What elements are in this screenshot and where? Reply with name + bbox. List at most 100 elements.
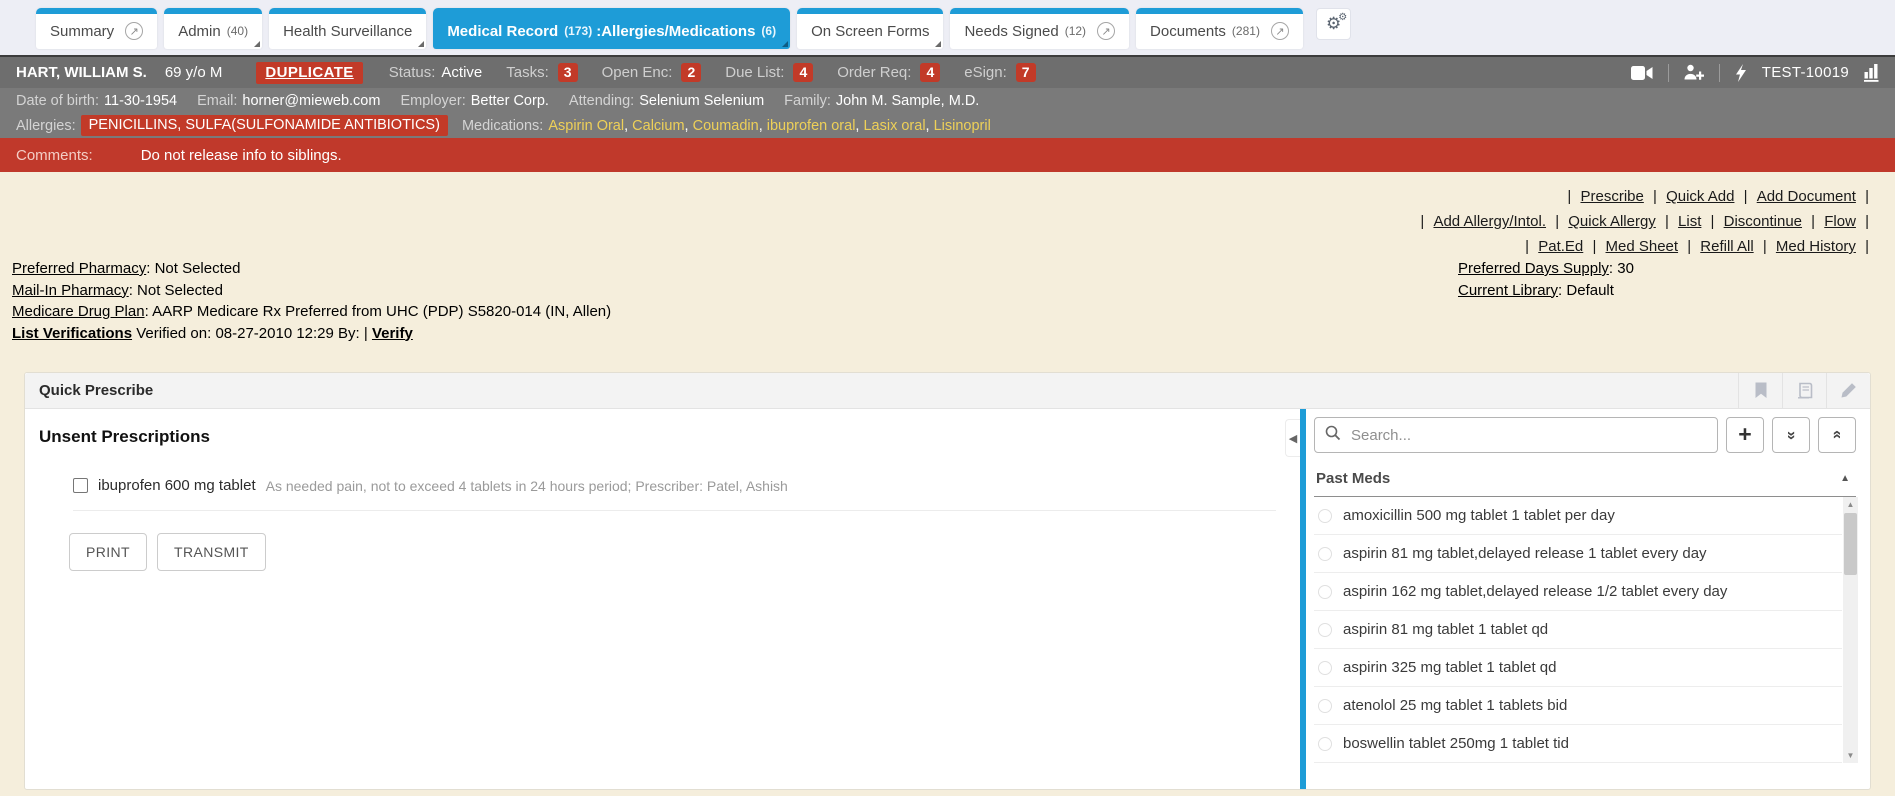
scrollbar[interactable]: ▲ ▼ (1843, 497, 1858, 763)
link-flow[interactable]: Flow (1824, 213, 1856, 230)
link-med-history[interactable]: Med History (1776, 238, 1856, 255)
medication-link[interactable]: Lisinopril (934, 118, 991, 134)
patient-bar-right: TEST-10019 (1631, 63, 1879, 82)
external-link-icon[interactable]: ↗ (1097, 22, 1115, 40)
link-list[interactable]: List (1678, 213, 1701, 230)
counter-due-list: Due List:4 (725, 63, 813, 82)
counter-badge[interactable]: 3 (558, 63, 578, 82)
prescription-checkbox[interactable] (73, 478, 88, 493)
settings-gear-button[interactable]: ⚙⚙ (1316, 8, 1351, 40)
allergy-badge[interactable]: PENICILLINS, SULFA(SULFONAMIDE ANTIBIOTI… (81, 115, 448, 136)
radio-button[interactable] (1318, 699, 1332, 713)
prescription-name: ibuprofen 600 mg tablet (98, 477, 256, 494)
collapse-panel-arrow[interactable]: ◀ (1285, 419, 1300, 457)
patient-id: TEST-10019 (1762, 64, 1849, 81)
radio-button[interactable] (1318, 509, 1332, 523)
link-discontinue[interactable]: Discontinue (1724, 213, 1802, 230)
medication-link[interactable]: ibuprofen oral (767, 118, 856, 134)
counter-badge[interactable]: 4 (920, 63, 940, 82)
info-line-current-library: Current Library: Default (1458, 280, 1634, 302)
medication-link[interactable]: Lasix oral (863, 118, 925, 134)
tab-summary[interactable]: Summary↗ (36, 8, 157, 49)
link-quick-allergy[interactable]: Quick Allergy (1568, 213, 1656, 230)
link-list-verifications[interactable]: List Verifications (12, 325, 132, 342)
link-add-allergy-intol[interactable]: Add Allergy/Intol. (1433, 213, 1546, 230)
tab-documents[interactable]: Documents(281)↗ (1136, 8, 1303, 49)
medication-link[interactable]: Calcium (632, 118, 684, 134)
tab-medical-record[interactable]: Medical Record(173):Allergies/Medication… (433, 8, 790, 49)
past-med-item[interactable]: aspirin 325 mg tablet 1 tablet qd (1314, 649, 1842, 687)
radio-button[interactable] (1318, 623, 1332, 637)
scroll-down-arrow[interactable]: ▼ (1843, 748, 1858, 763)
external-link-icon[interactable]: ↗ (1271, 22, 1289, 40)
radio-button[interactable] (1318, 661, 1332, 675)
pipe: | (1807, 213, 1819, 230)
past-med-item[interactable]: atenolol 25 mg tablet 1 tablets bid (1314, 687, 1842, 725)
expand-all-button[interactable]: » (1772, 417, 1810, 453)
counter-badge[interactable]: 2 (681, 63, 701, 82)
past-med-item[interactable]: aspirin 162 mg tablet,delayed release 1/… (1314, 573, 1842, 611)
external-link-icon[interactable]: ↗ (125, 22, 143, 40)
link-med-sheet[interactable]: Med Sheet (1606, 238, 1679, 255)
link-pat-ed[interactable]: Pat.Ed (1538, 238, 1583, 255)
tab-admin[interactable]: Admin(40) (164, 8, 262, 49)
book-icon[interactable] (1782, 373, 1826, 408)
info-line-mail-in-pharmacy: Mail-In Pharmacy: Not Selected (12, 280, 611, 302)
link-mail-in-pharmacy[interactable]: Mail-In Pharmacy (12, 282, 129, 299)
add-person-icon[interactable] (1684, 64, 1704, 81)
value-text: Verified on: 08-27-2010 12:29 By: | (136, 325, 368, 342)
link-refill-all[interactable]: Refill All (1700, 238, 1753, 255)
past-med-item[interactable]: aspirin 81 mg tablet,delayed release 1 t… (1314, 535, 1842, 573)
video-camera-icon[interactable] (1631, 65, 1653, 81)
link-prescribe[interactable]: Prescribe (1580, 188, 1643, 205)
transmit-button[interactable]: TRANSMIT (157, 533, 266, 571)
link-verify[interactable]: Verify (372, 325, 413, 342)
bookmark-icon[interactable] (1738, 373, 1782, 408)
scroll-up-arrow[interactable]: ▲ (1843, 497, 1858, 512)
past-med-label: aspirin 81 mg tablet 1 tablet qd (1343, 621, 1548, 638)
tab-count: (6) (761, 24, 776, 38)
scrollbar-thumb[interactable] (1844, 513, 1857, 575)
past-med-item[interactable]: boswellin tablet 250mg 1 tablet tid (1314, 725, 1842, 763)
link-preferred-days-supply[interactable]: Preferred Days Supply (1458, 260, 1609, 277)
counter-badge[interactable]: 4 (793, 63, 813, 82)
demographic-employer: Employer:Better Corp. (400, 93, 548, 109)
counter-order-req: Order Req:4 (837, 63, 940, 82)
section-title: Unsent Prescriptions (39, 427, 1290, 447)
collapse-section-caret-icon[interactable]: ▲ (1840, 473, 1850, 484)
tab-label: Admin (178, 23, 221, 40)
med-search-input[interactable] (1349, 426, 1707, 445)
unsent-prescriptions-area: Unsent Prescriptions ibuprofen 600 mg ta… (25, 409, 1290, 789)
link-quick-add[interactable]: Quick Add (1666, 188, 1734, 205)
field-label: Date of birth: (16, 93, 99, 109)
tab-needs-signed[interactable]: Needs Signed(12)↗ (950, 8, 1129, 49)
radio-button[interactable] (1318, 547, 1332, 561)
past-med-item[interactable]: amoxicillin 500 mg tablet 1 tablet per d… (1314, 497, 1842, 535)
field-label: Attending: (569, 93, 634, 109)
link-preferred-pharmacy[interactable]: Preferred Pharmacy (12, 260, 146, 277)
tab-on-screen-forms[interactable]: On Screen Forms (797, 8, 943, 49)
link-medicare-drug-plan[interactable]: Medicare Drug Plan (12, 303, 145, 320)
link-current-library[interactable]: Current Library (1458, 282, 1558, 299)
value-text: 30 (1617, 260, 1634, 277)
comma: , (624, 118, 632, 134)
link-add-document[interactable]: Add Document (1757, 188, 1856, 205)
past-meds-header[interactable]: Past Meds ▲ (1314, 465, 1856, 497)
add-med-button[interactable]: + (1726, 417, 1764, 453)
past-med-label: aspirin 81 mg tablet,delayed release 1 t… (1343, 545, 1707, 562)
medication-link[interactable]: Aspirin Oral (548, 118, 624, 134)
collapse-all-button[interactable]: » (1818, 417, 1856, 453)
medication-link[interactable]: Coumadin (693, 118, 759, 134)
allergies-label: Allergies: (16, 118, 76, 134)
radio-button[interactable] (1318, 737, 1332, 751)
duplicate-badge[interactable]: DUPLICATE (256, 62, 362, 84)
tab-label: Documents (1150, 23, 1226, 40)
bar-chart-icon[interactable] (1864, 63, 1879, 82)
past-med-item[interactable]: aspirin 81 mg tablet 1 tablet qd (1314, 611, 1842, 649)
lightning-icon[interactable] (1735, 64, 1747, 82)
counter-badge[interactable]: 7 (1016, 63, 1036, 82)
print-button[interactable]: PRINT (69, 533, 147, 571)
pencil-icon[interactable] (1826, 373, 1870, 408)
radio-button[interactable] (1318, 585, 1332, 599)
tab-health-surveillance[interactable]: Health Surveillance (269, 8, 426, 49)
